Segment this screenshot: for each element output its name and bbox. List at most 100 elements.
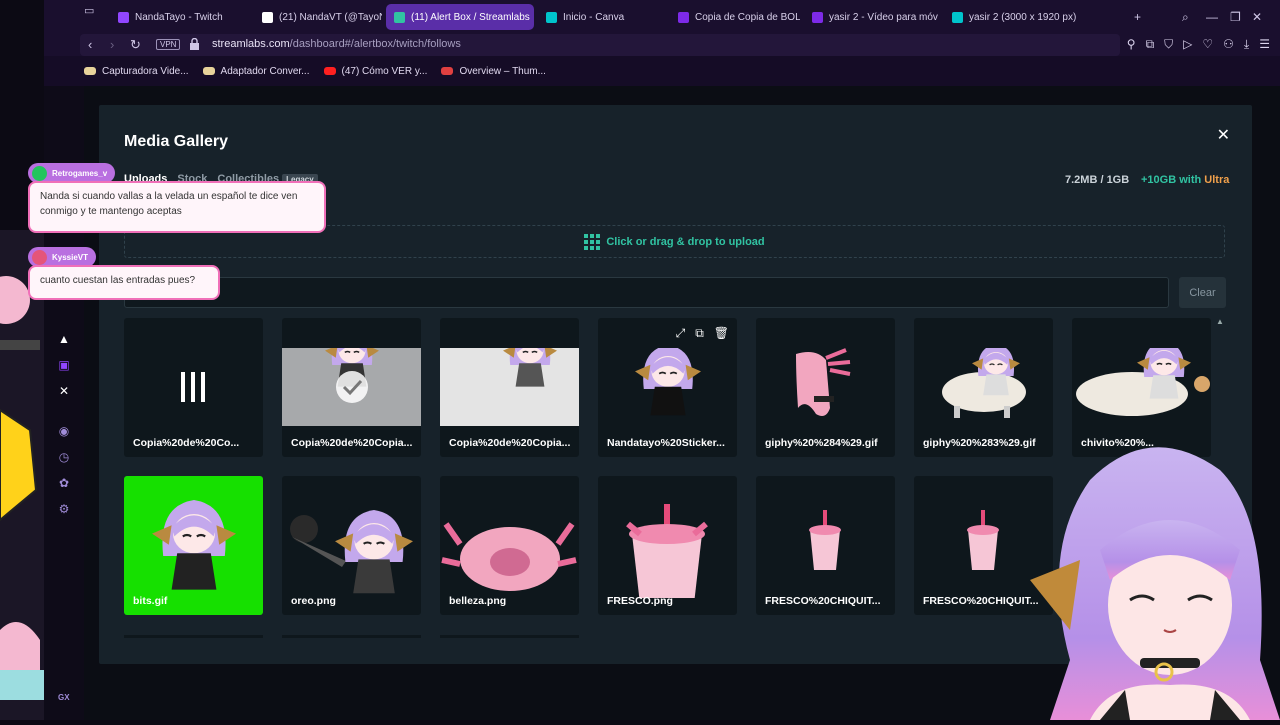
upgrade-link[interactable]: +10GB with Ultra: [1141, 174, 1229, 186]
browser-tab[interactable]: NandaTayo - Twitch: [110, 4, 250, 30]
tab-favicon-icon: [262, 11, 273, 23]
bookmark-item[interactable]: Overview – Thum...: [441, 66, 546, 77]
back-icon[interactable]: ‹: [88, 37, 92, 52]
stream-overlay-art: [0, 230, 48, 720]
media-filename: FRESCO%20CHIQUIT...: [765, 595, 881, 607]
bookmark-icon: [202, 67, 215, 75]
chat-username: Retrogames_v: [28, 163, 116, 183]
heart-icon[interactable]: ♡: [1202, 37, 1213, 52]
tab-label: yasir 2 (3000 x 1920 px): [969, 11, 1076, 23]
storage-usage: 7.2MB / 1GB: [1065, 174, 1130, 186]
download-icon[interactable]: ⤓: [1244, 37, 1249, 52]
clear-button[interactable]: Clear: [1179, 277, 1226, 308]
media-item[interactable]: Copia%20de%20Co...: [124, 318, 263, 457]
open-external-icon[interactable]: ⧉: [695, 326, 704, 341]
media-filename: belleza.png: [449, 595, 507, 607]
tab-favicon-icon: [546, 11, 557, 23]
modal-title: Media Gallery: [124, 133, 229, 150]
tab-bar: ▭ NandaTayo - Twitch (21) NandaVT (@TayoN…: [44, 0, 1280, 34]
bookmark-item[interactable]: (47) Cómo VER y...: [323, 65, 428, 77]
media-item[interactable]: Copia%20de%20Copia...: [440, 318, 579, 457]
x-twitter-icon[interactable]: ✕: [57, 384, 71, 398]
browser-tab[interactable]: (11) Alert Box / Streamlabs: [386, 4, 534, 30]
forward-icon[interactable]: ›: [110, 37, 114, 52]
media-thumbnail: [1076, 348, 1210, 416]
dropzone-label: Click or drag & drop to upload: [606, 235, 765, 248]
minimize-icon[interactable]: —: [1206, 10, 1218, 24]
vpn-badge[interactable]: VPN: [156, 39, 181, 50]
browser-tab[interactable]: Inicio - Canva: [538, 4, 666, 30]
media-item[interactable]: oreo.png: [282, 476, 421, 615]
tab-favicon-icon: [812, 11, 823, 23]
media-item[interactable]: giphy%20%284%29.gif: [756, 318, 895, 457]
media-item[interactable]: FRESCO.png: [598, 476, 737, 615]
shield-icon[interactable]: ⛉: [1164, 37, 1173, 52]
media-thumbnail: [809, 510, 841, 570]
bookmark-label: Capturadora Vide...: [102, 65, 189, 77]
twitch-icon[interactable]: ▣: [57, 358, 71, 372]
reload-icon[interactable]: ↻: [130, 37, 141, 53]
media-item[interactable]: FRESCO%20CHIQUIT...: [756, 476, 895, 615]
gx-label: GX: [58, 693, 70, 702]
aria-icon[interactable]: ▲: [57, 332, 71, 346]
address-bar-row: ‹ › ↻ VPN streamlabs.com/dashboard#/aler…: [44, 34, 1280, 56]
vtuber-avatar: [1030, 447, 1280, 720]
browser-tab[interactable]: Copia de Copia de BOLI: [670, 4, 800, 30]
tab-label: Inicio - Canva: [563, 11, 625, 23]
tab-label: NandaTayo - Twitch: [135, 11, 223, 23]
media-filename: giphy%20%284%29.gif: [765, 437, 878, 449]
media-thumbnail: [626, 504, 708, 598]
maximize-icon[interactable]: ❐: [1230, 10, 1241, 24]
media-thumbnail: [290, 510, 413, 594]
close-icon[interactable]: ✕: [1217, 125, 1230, 145]
chat-avatar: [32, 249, 47, 265]
media-thumbnail: [942, 348, 1026, 418]
tab-label: (21) NandaVT (@TayoNa: [279, 11, 382, 23]
media-item[interactable]: belleza.png: [440, 476, 579, 615]
pin-icon[interactable]: ⚲: [1127, 37, 1136, 52]
player-icon[interactable]: ◉: [57, 424, 71, 438]
tab-label: Copia de Copia de BOLI: [695, 11, 800, 23]
close-window-icon[interactable]: ✕: [1252, 10, 1262, 24]
media-thumbnail: [796, 348, 851, 416]
tab-overview-icon[interactable]: ▭: [84, 4, 94, 17]
media-thumbnail: [124, 500, 263, 596]
media-item[interactable]: Copia%20de%20Copia...: [282, 318, 421, 457]
media-filename: bits.gif: [133, 595, 168, 607]
settings-icon[interactable]: ⚙: [57, 502, 71, 516]
search-tabs-icon[interactable]: ⌕: [1182, 10, 1189, 25]
chat-username: KyssieVT: [28, 247, 97, 267]
bookmark-item[interactable]: Capturadora Vide...: [84, 66, 189, 77]
url-text[interactable]: streamlabs.com/dashboard#/alertbox/twitc…: [212, 38, 461, 50]
bookmarks-bar: Capturadora Vide... Adaptador Conver... (4…: [44, 56, 1280, 86]
tab-label: yasir 2 - Vídeo para móv: [829, 11, 938, 23]
menu-icon[interactable]: ☰: [1259, 37, 1270, 52]
bookmark-icon: [84, 67, 96, 75]
tab-favicon-icon: [118, 11, 129, 23]
browser-tab[interactable]: yasir 2 (3000 x 1920 px): [944, 4, 1076, 30]
media-thumbnail: [635, 348, 701, 416]
browser-tab[interactable]: yasir 2 - Vídeo para móv: [804, 4, 940, 30]
snapshot-icon[interactable]: ⧉: [1146, 37, 1155, 52]
new-tab-button[interactable]: +: [1134, 10, 1141, 24]
expand-icon[interactable]: ⤢: [676, 326, 686, 341]
lock-icon: [190, 38, 199, 50]
media-filename: Copia%20de%20Co...: [133, 437, 240, 449]
bookmark-label: (47) Cómo VER y...: [341, 65, 428, 77]
upload-grid-icon: [584, 233, 601, 250]
delete-icon[interactable]: 🗑: [714, 326, 729, 341]
bookmark-item[interactable]: Adaptador Conver...: [202, 66, 310, 77]
search-input[interactable]: [124, 277, 1169, 308]
scroll-up-icon[interactable]: ▲: [1216, 317, 1224, 326]
media-thumbnail: [181, 372, 205, 402]
browser-tab[interactable]: (21) NandaVT (@TayoNa: [254, 4, 382, 30]
profile-icon[interactable]: ⚇: [1223, 37, 1234, 52]
media-item[interactable]: bits.gif: [124, 476, 263, 615]
chat-message: Nanda si cuando vallas a la velada un es…: [28, 181, 326, 233]
history-icon[interactable]: ◷: [57, 450, 71, 464]
play-icon[interactable]: ▷: [1183, 37, 1192, 52]
extensions-icon[interactable]: ✿: [57, 476, 71, 490]
media-filename: Nandatayo%20Sticker...: [607, 437, 725, 449]
tab-favicon-icon: [394, 11, 405, 23]
media-item[interactable]: ⤢ ⧉ 🗑 Nandatayo%20Sticker...: [598, 318, 737, 457]
